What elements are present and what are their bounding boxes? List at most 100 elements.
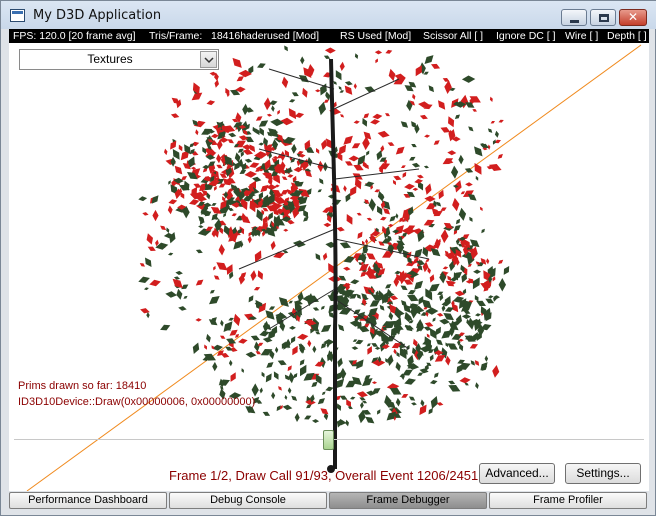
leaf [498, 278, 506, 292]
leaf [476, 300, 486, 307]
leaf [469, 216, 473, 222]
leaf [414, 280, 423, 290]
leaf [430, 248, 441, 257]
scissor-toggle[interactable]: Scissor All [ ] [423, 29, 483, 43]
leaf [425, 183, 432, 195]
leaf [337, 357, 343, 368]
leaf [250, 335, 260, 341]
leaf [212, 361, 218, 372]
ignore-dc-toggle[interactable]: Ignore DC [ ] [496, 29, 556, 43]
leaf [467, 193, 477, 201]
leaf [452, 197, 460, 212]
leaf [260, 184, 269, 193]
leaf [284, 45, 288, 52]
leaf [366, 343, 371, 347]
leaf [278, 386, 282, 391]
leaf [289, 99, 296, 103]
leaf [456, 218, 461, 225]
leaf [289, 325, 296, 330]
leaf [193, 183, 202, 188]
leaf [291, 395, 298, 401]
leaf [211, 203, 217, 206]
leaf [407, 290, 416, 295]
leaf [140, 308, 150, 314]
leaf [432, 317, 436, 322]
settings-button[interactable]: Settings... [565, 463, 641, 484]
leaf [362, 161, 367, 169]
leaf [435, 339, 443, 346]
render-viewport[interactable]: FPS: 120.0 [20 frame avg] Tris/Frame: 18… [9, 29, 649, 491]
leaf [321, 139, 328, 151]
tab-debug-console[interactable]: Debug Console [169, 492, 327, 509]
leaf [453, 225, 461, 231]
leaf [428, 283, 440, 292]
leaf [213, 275, 220, 280]
leaf [282, 404, 293, 411]
leaf [411, 144, 417, 148]
leaf [178, 306, 187, 311]
leaf [245, 351, 257, 358]
leaf [431, 63, 441, 69]
tab-frame-profiler[interactable]: Frame Profiler [489, 492, 647, 509]
leaf [307, 339, 312, 348]
leaf [238, 338, 248, 344]
depth-toggle[interactable]: Depth [ ] [607, 29, 647, 43]
leaf [392, 179, 396, 186]
rs-used-toggle[interactable]: RS Used [Mod] [340, 29, 411, 43]
leaf [362, 378, 373, 387]
advanced-button[interactable]: Advanced... [479, 463, 555, 484]
maximize-button[interactable] [590, 9, 616, 26]
leaf [438, 100, 446, 110]
leaf [475, 175, 479, 181]
leaf [266, 113, 272, 117]
leaf [166, 227, 170, 234]
leaf [271, 391, 276, 400]
leaf [258, 120, 269, 127]
leaf [195, 249, 203, 254]
leaf [259, 127, 264, 136]
leaf [345, 193, 351, 203]
leaf [459, 377, 471, 384]
title-bar[interactable]: My D3D Application ✕ [1, 1, 656, 29]
leaf [320, 305, 325, 310]
leaf [370, 119, 380, 125]
leaf [440, 207, 447, 211]
leaf [402, 171, 407, 178]
leaf [481, 228, 485, 234]
leaf [429, 274, 435, 283]
leaf [434, 355, 446, 362]
leaf [366, 217, 373, 221]
leaf [441, 304, 446, 312]
leaf [287, 365, 292, 372]
minimize-button[interactable] [561, 9, 587, 26]
tree-branch [333, 78, 400, 110]
leaf [168, 199, 178, 205]
dropdown-button[interactable] [200, 51, 217, 68]
leaf [233, 313, 241, 327]
leaf [283, 228, 289, 232]
texture-select[interactable]: Textures [19, 49, 219, 70]
leaf [440, 127, 451, 133]
tree-scene [26, 44, 642, 491]
close-button[interactable]: ✕ [619, 9, 647, 26]
wire-toggle[interactable]: Wire [ ] [565, 29, 598, 43]
leaf [220, 319, 224, 327]
leaf [385, 358, 388, 364]
leaf [291, 336, 296, 344]
leaf [429, 380, 438, 385]
tab-performance-dashboard[interactable]: Performance Dashboard [9, 492, 167, 509]
leaf [490, 121, 495, 124]
leaf [271, 105, 275, 112]
tab-frame-debugger[interactable]: Frame Debugger [329, 492, 487, 509]
leaf [371, 343, 378, 347]
leaf [472, 109, 477, 112]
leaf [339, 395, 348, 400]
leaf [366, 150, 370, 156]
leaf [445, 342, 448, 348]
event-slider-thumb[interactable] [323, 430, 334, 450]
leaf [463, 310, 471, 314]
leaf [255, 116, 263, 121]
leaf [367, 346, 372, 355]
leaf [259, 330, 270, 337]
leaf [173, 276, 180, 280]
